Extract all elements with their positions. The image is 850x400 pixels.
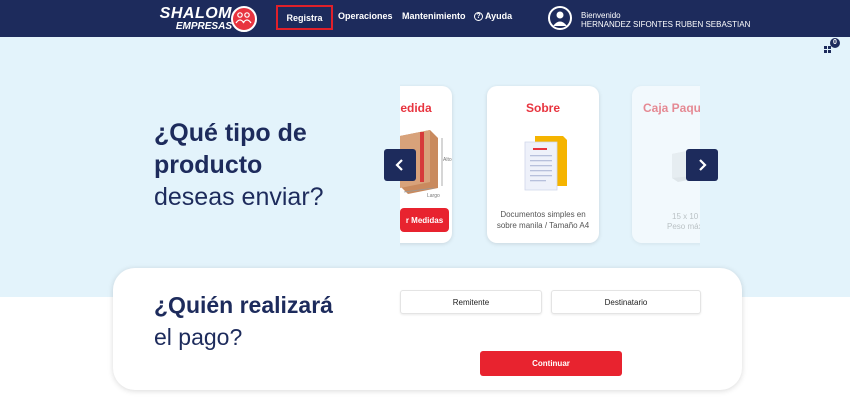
dim-alto: Alto xyxy=(443,157,452,163)
carousel-prev-button[interactable] xyxy=(384,149,416,181)
brand-people-icon xyxy=(231,6,257,32)
card-medida-button[interactable]: r Medidas xyxy=(400,208,449,232)
remitente-label: Remitente xyxy=(452,297,490,307)
nav-registra[interactable]: Registra xyxy=(276,5,333,30)
card-sobre[interactable]: Sobre Documentos simples en sobre manila… xyxy=(487,86,599,243)
nav-ayuda-label: Ayuda xyxy=(485,11,513,21)
card-medida-button-label: r Medidas xyxy=(405,215,444,225)
top-navbar: SHALOM EMPRESAS Registra Operaciones Man… xyxy=(0,0,850,37)
card-sobre-title: Sobre xyxy=(525,101,560,115)
payment-question-line1: ¿Quién realizará xyxy=(154,292,333,318)
nav-mantenimiento-label: Mantenimiento xyxy=(402,11,466,21)
card-caja-desc1: 15 x 10 x xyxy=(672,212,700,221)
user-greeting: Bienvenido xyxy=(581,11,621,20)
card-sobre-desc: Documentos simples en sobre manila / Tam… xyxy=(496,210,590,230)
cart-badge: 0 xyxy=(830,38,840,48)
hero-question-line1: ¿Qué tipo de xyxy=(154,119,307,147)
user-name: HERNANDEZ SIFONTES RUBEN SEBASTIAN xyxy=(581,20,751,29)
remitente-button[interactable]: Remitente xyxy=(400,290,542,314)
brand-logo[interactable]: SHALOM EMPRESAS xyxy=(127,5,263,33)
brand-sub: EMPRESAS xyxy=(175,21,232,32)
card-caja-paquete-title: Caja Paqu xyxy=(642,101,700,115)
continue-button[interactable]: Continuar xyxy=(480,351,622,376)
nav-registra-label: Registra xyxy=(286,12,323,23)
nav-operaciones-label: Operaciones xyxy=(338,11,393,21)
dim-largo: Largo xyxy=(427,193,440,199)
nav-ayuda[interactable]: ? Ayuda xyxy=(474,11,512,21)
continue-label: Continuar xyxy=(532,359,570,368)
destinatario-label: Destinatario xyxy=(604,297,648,307)
product-carousel: Medida Alto Largo r Medidas Sobre Docume xyxy=(400,84,700,250)
card-medida-title: Medida xyxy=(400,101,432,115)
destinatario-button[interactable]: Destinatario xyxy=(551,290,701,314)
envelope-icon xyxy=(524,136,567,191)
nav-mantenimiento[interactable]: Mantenimiento xyxy=(402,11,466,21)
user-avatar[interactable] xyxy=(548,6,572,30)
hero-question-line2: producto xyxy=(154,151,263,179)
hero-question-line3: deseas enviar? xyxy=(154,183,324,211)
carousel-next-button[interactable] xyxy=(686,149,718,181)
card-caja-desc2: Peso máx. xyxy=(667,222,700,231)
help-icon: ? xyxy=(474,11,483,21)
nav-operaciones[interactable]: Operaciones xyxy=(338,11,393,21)
chevron-right-icon xyxy=(699,159,707,171)
payment-question-line2: el pago? xyxy=(154,324,243,350)
user-icon xyxy=(553,11,567,26)
chevron-left-icon xyxy=(395,159,403,171)
